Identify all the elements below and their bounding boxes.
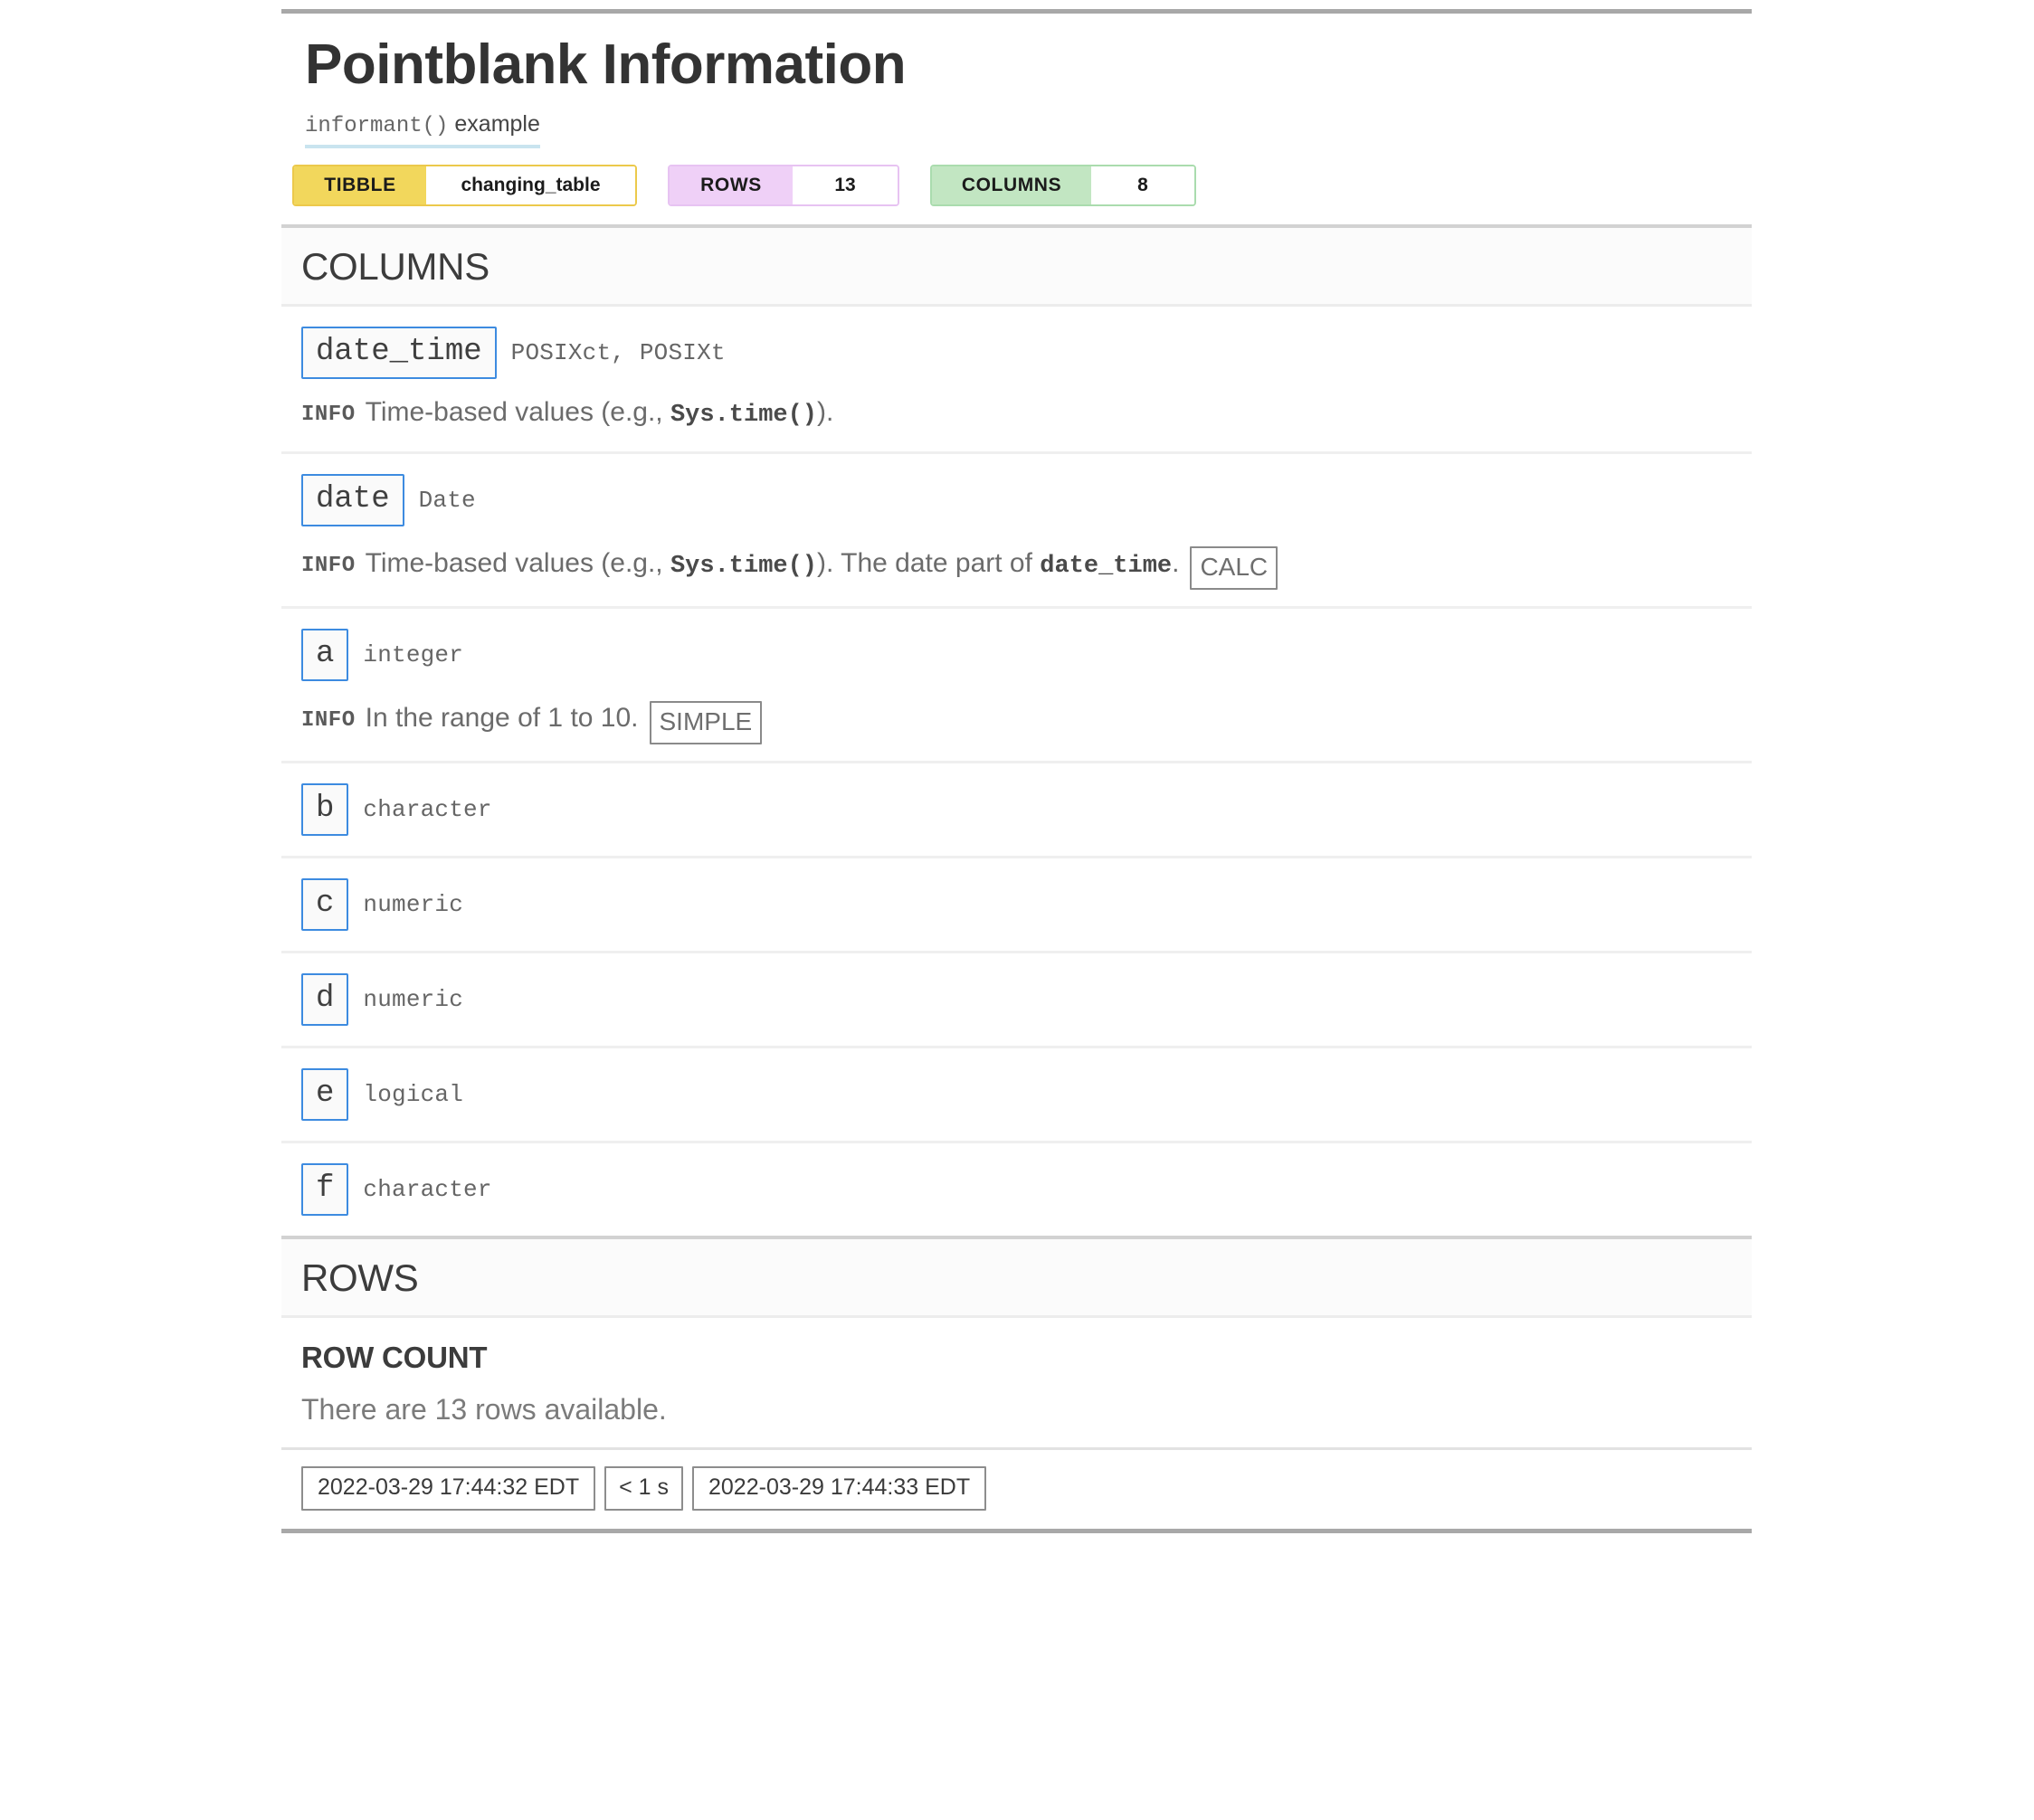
- column-name-box[interactable]: e: [301, 1067, 349, 1121]
- column-head: date_time POSIXct, POSIXt: [301, 327, 1752, 380]
- badge-tibble: TIBBLE changing_table: [292, 164, 637, 206]
- row-count-label: ROW COUNT: [301, 1341, 488, 1375]
- column-entry: d numeric: [281, 953, 1752, 1048]
- column-type-label: numeric: [363, 985, 464, 1013]
- page-title: Pointblank Information: [305, 33, 907, 96]
- info-label: INFO: [301, 707, 356, 733]
- column-name-box[interactable]: date: [301, 473, 404, 526]
- badge-tibble-value: changing_table: [426, 166, 635, 204]
- report-footer: 2022-03-29 17:44:32 EDT < 1 s 2022-03-29…: [281, 1450, 1752, 1529]
- column-entry: b character: [281, 763, 1752, 858]
- badge-columns-key: COLUMNS: [932, 166, 1091, 204]
- info-text-fragment: ).: [817, 397, 834, 428]
- columns-list: date_time POSIXct, POSIXt INFO Time-based v…: [281, 307, 1752, 1236]
- pointblank-information-report: Pointblank Information informant() examp…: [281, 9, 1752, 1533]
- info-code-fragment: Sys.time(): [670, 402, 818, 430]
- column-name-box[interactable]: d: [301, 972, 349, 1026]
- title-block: Pointblank Information informant() examp…: [281, 14, 1752, 148]
- badge-columns: COLUMNS 8: [930, 164, 1196, 206]
- badge-rows-key: ROWS: [670, 166, 793, 204]
- info-code-fragment: Sys.time(): [670, 552, 818, 580]
- rows-section-header: ROWS: [281, 1235, 1752, 1319]
- info-text-fragment: Time-based values (e.g.,: [365, 397, 670, 428]
- info-code-fragment: date_time: [1040, 552, 1173, 580]
- column-type-label: character: [363, 795, 492, 823]
- column-type-label: integer: [363, 640, 464, 668]
- subtitle-wrapper: informant() example: [294, 94, 1752, 148]
- columns-section-header: COLUMNS: [281, 223, 1752, 308]
- column-info-text: Time-based values (e.g., Sys.time()). Th…: [366, 546, 1180, 583]
- subtitle-code: informant(): [305, 114, 449, 139]
- column-entry: c numeric: [281, 858, 1752, 953]
- info-text-fragment: Time-based values (e.g.,: [365, 547, 670, 578]
- footer-duration: < 1 s: [604, 1465, 683, 1511]
- column-info-text: In the range of 1 to 10.: [366, 701, 639, 735]
- column-type-label: POSIXct, POSIXt: [510, 339, 726, 367]
- row-count-text: There are 13 rows available.: [301, 1393, 667, 1427]
- report-subtitle: informant() example: [305, 110, 540, 148]
- column-head: c numeric: [301, 877, 1752, 931]
- column-type-label: logical: [363, 1080, 464, 1108]
- column-head: b character: [301, 782, 1752, 836]
- column-entry: date_time POSIXct, POSIXt INFO Time-based v…: [281, 307, 1752, 454]
- info-label: INFO: [301, 403, 356, 428]
- badge-tibble-key: TIBBLE: [294, 166, 426, 204]
- page-root: Pointblank Information informant() examp…: [0, 0, 2034, 1820]
- rows-heading: ROWS: [301, 1256, 419, 1299]
- column-name-box[interactable]: b: [301, 782, 349, 836]
- column-head: d numeric: [301, 972, 1752, 1026]
- column-entry: f character: [281, 1143, 1752, 1236]
- rows-section-body: ROW COUNT There are 13 rows available.: [281, 1318, 1752, 1450]
- column-name-box[interactable]: date_time: [301, 327, 497, 380]
- column-head: e logical: [301, 1067, 1752, 1121]
- info-text-fragment: ). The date part of: [817, 547, 1041, 578]
- summary-badge-row: TIBBLE changing_table ROWS 13 COLUMNS 8: [281, 148, 1752, 224]
- column-head: a integer: [301, 628, 1752, 681]
- column-type-label: character: [363, 1175, 492, 1203]
- badge-rows-value: 13: [793, 166, 898, 204]
- column-info-text: Time-based values (e.g., Sys.time()).: [366, 395, 834, 431]
- column-info-row: INFO Time-based values (e.g., Sys.time())…: [301, 395, 1752, 431]
- column-name-box[interactable]: f: [301, 1162, 349, 1216]
- column-entry: e logical: [281, 1048, 1752, 1143]
- subtitle-rest: example: [448, 111, 540, 137]
- columns-heading: COLUMNS: [301, 244, 489, 288]
- column-entry: a integer INFO In the range of 1 to 10. SIMP…: [281, 609, 1752, 763]
- column-type-label: Date: [418, 486, 476, 514]
- column-entry: date Date INFO Time-based values (e.g., Sys…: [281, 454, 1752, 609]
- info-text-fragment: In the range of 1 to 10.: [365, 702, 639, 733]
- footer-end-time: 2022-03-29 17:44:33 EDT: [692, 1465, 987, 1511]
- column-head: date Date: [301, 473, 1752, 526]
- info-label: INFO: [301, 553, 356, 578]
- column-name-box[interactable]: a: [301, 628, 349, 681]
- info-tag-box: CALC: [1190, 545, 1278, 590]
- column-head: f character: [301, 1162, 1752, 1216]
- column-type-label: numeric: [363, 890, 464, 918]
- badge-rows: ROWS 13: [668, 164, 899, 206]
- column-name-box[interactable]: c: [301, 877, 349, 931]
- footer-start-time: 2022-03-29 17:44:32 EDT: [301, 1465, 596, 1511]
- column-info-row: INFO In the range of 1 to 10. SIMPLE: [301, 697, 1752, 744]
- column-info-row: INFO Time-based values (e.g., Sys.time())…: [301, 543, 1752, 590]
- badge-columns-value: 8: [1091, 166, 1194, 204]
- info-text-fragment: .: [1172, 547, 1180, 578]
- info-tag-box: SIMPLE: [649, 700, 763, 744]
